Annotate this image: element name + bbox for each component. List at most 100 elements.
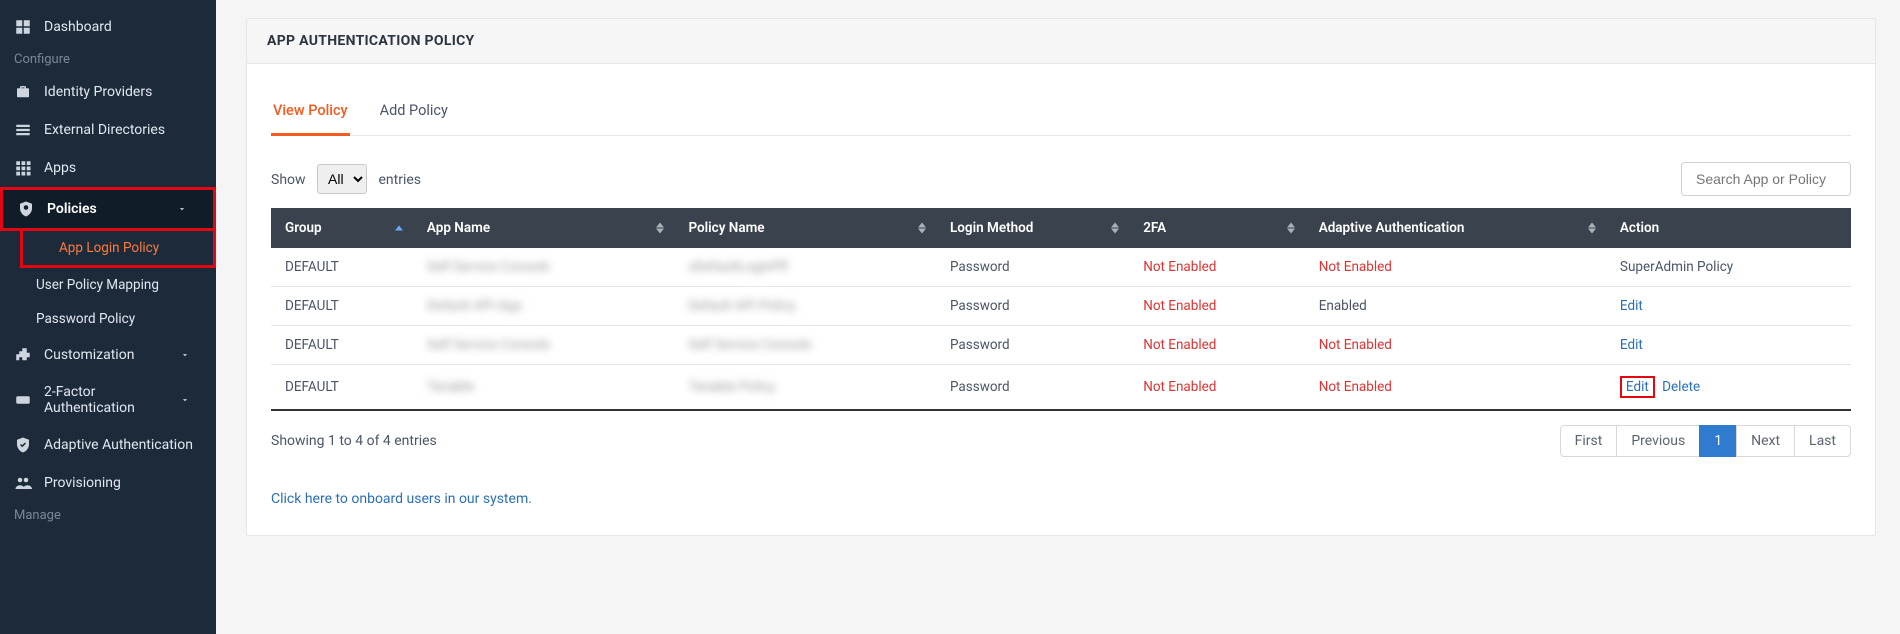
- sort-asc-icon: [395, 226, 403, 231]
- sidebar-item-dashboard[interactable]: Dashboard: [0, 8, 216, 46]
- page-prev[interactable]: Previous: [1616, 425, 1700, 457]
- col-login-method[interactable]: Login Method: [936, 208, 1129, 248]
- sidebar-item-apps[interactable]: Apps: [0, 149, 216, 187]
- dashboard-icon: [14, 18, 32, 36]
- cell-policy-name: Self Service Console: [674, 326, 936, 365]
- edit-link[interactable]: Edit: [1626, 379, 1649, 395]
- sort-icon: [656, 223, 664, 234]
- cell-action: Edit Delete: [1606, 365, 1851, 411]
- table-row: DEFAULT Default API App Default API Poli…: [271, 287, 1851, 326]
- cell-2fa: Not Enabled: [1129, 248, 1305, 287]
- cell-group: DEFAULT: [271, 326, 413, 365]
- col-action[interactable]: Action: [1606, 208, 1851, 248]
- cell-login-method: Password: [936, 248, 1129, 287]
- page-title: APP AUTHENTICATION POLICY: [247, 19, 1875, 64]
- chevron-down-icon: [180, 350, 190, 360]
- sidebar-sub-user-policy-mapping[interactable]: User Policy Mapping: [0, 268, 216, 302]
- show-label-post: entries: [379, 172, 422, 188]
- cell-2fa: Not Enabled: [1129, 287, 1305, 326]
- chevron-down-icon: [177, 204, 187, 214]
- shield-icon: [17, 200, 35, 218]
- sidebar-item-2fa[interactable]: 2-Factor Authentication: [0, 374, 216, 426]
- table-row: DEFAULT Self Service Console Self Servic…: [271, 326, 1851, 365]
- sidebar-item-label: Apps: [44, 160, 202, 176]
- tab-add-policy[interactable]: Add Policy: [378, 92, 450, 135]
- col-app-name[interactable]: App Name: [413, 208, 675, 248]
- chevron-down-icon: [180, 395, 190, 405]
- sort-icon: [1588, 223, 1596, 234]
- policy-table: Group App Name Policy Name Login Method …: [271, 208, 1851, 411]
- search-input[interactable]: [1681, 162, 1851, 196]
- table-footer: Showing 1 to 4 of 4 entries First Previo…: [271, 425, 1851, 457]
- cell-2fa: Not Enabled: [1129, 326, 1305, 365]
- cell-login-method: Password: [936, 287, 1129, 326]
- pagination: First Previous 1 Next Last: [1561, 425, 1851, 457]
- table-row: DEFAULT Tenable Tenable Policy Password …: [271, 365, 1851, 411]
- edit-link[interactable]: Edit: [1620, 298, 1643, 314]
- users-icon: [14, 474, 32, 492]
- cell-group: DEFAULT: [271, 365, 413, 411]
- col-adaptive[interactable]: Adaptive Authentication: [1305, 208, 1606, 248]
- briefcase-icon: [14, 83, 32, 101]
- sidebar-item-label: 2-Factor Authentication: [44, 384, 180, 416]
- shield-check-icon: [14, 436, 32, 454]
- sidebar-item-label: Identity Providers: [44, 84, 202, 100]
- sidebar-item-label: Dashboard: [44, 19, 202, 35]
- sidebar-item-adaptive-auth[interactable]: Adaptive Authentication: [0, 426, 216, 464]
- sidebar-sub-app-login-policy[interactable]: App Login Policy: [23, 231, 213, 265]
- sidebar-section-configure: Configure: [0, 46, 216, 73]
- cell-policy-name: Default API Policy: [674, 287, 936, 326]
- col-2fa[interactable]: 2FA: [1129, 208, 1305, 248]
- cell-policy-name: xDefaultLoginPfl: [674, 248, 936, 287]
- cell-2fa: Not Enabled: [1129, 365, 1305, 411]
- entries-select[interactable]: All: [317, 164, 367, 194]
- show-label-pre: Show: [271, 172, 306, 188]
- onboard-users-link[interactable]: Click here to onboard users in our syste…: [271, 491, 532, 507]
- main-content: APP AUTHENTICATION POLICY View Policy Ad…: [216, 0, 1900, 634]
- cell-adaptive: Not Enabled: [1305, 248, 1606, 287]
- col-policy-name[interactable]: Policy Name: [674, 208, 936, 248]
- cell-action: Edit: [1606, 326, 1851, 365]
- cell-adaptive: Not Enabled: [1305, 326, 1606, 365]
- cell-app-name: Self Service Console: [413, 248, 675, 287]
- cell-adaptive: Enabled: [1305, 287, 1606, 326]
- sidebar-item-label: Policies: [47, 201, 177, 217]
- list-icon: [14, 121, 32, 139]
- page-1[interactable]: 1: [1699, 425, 1737, 457]
- sidebar-item-provisioning[interactable]: Provisioning: [0, 464, 216, 502]
- cell-login-method: Password: [936, 365, 1129, 411]
- cell-group: DEFAULT: [271, 248, 413, 287]
- tab-view-policy[interactable]: View Policy: [271, 92, 350, 136]
- table-row: DEFAULT Self Service Console xDefaultLog…: [271, 248, 1851, 287]
- sidebar-item-label: Adaptive Authentication: [44, 437, 202, 453]
- sidebar-sub-password-policy[interactable]: Password Policy: [0, 302, 216, 336]
- sidebar-item-label: Provisioning: [44, 475, 202, 491]
- cell-action: Edit: [1606, 287, 1851, 326]
- sort-icon: [1111, 223, 1119, 234]
- cell-app-name: Tenable: [413, 365, 675, 411]
- password-icon: [14, 391, 32, 409]
- sidebar-item-identity-providers[interactable]: Identity Providers: [0, 73, 216, 111]
- policy-panel: APP AUTHENTICATION POLICY View Policy Ad…: [246, 18, 1876, 536]
- col-group[interactable]: Group: [271, 208, 413, 248]
- sidebar-item-label: External Directories: [44, 122, 202, 138]
- sidebar: Dashboard Configure Identity Providers E…: [0, 0, 216, 634]
- entries-info: Showing 1 to 4 of 4 entries: [271, 433, 437, 449]
- page-last[interactable]: Last: [1794, 425, 1851, 457]
- edit-link[interactable]: Edit: [1620, 337, 1643, 353]
- sidebar-item-customization[interactable]: Customization: [0, 336, 216, 374]
- page-first[interactable]: First: [1560, 425, 1618, 457]
- tabs: View Policy Add Policy: [271, 92, 1851, 136]
- sort-icon: [918, 223, 926, 234]
- delete-link[interactable]: Delete: [1662, 379, 1700, 395]
- sidebar-item-external-directories[interactable]: External Directories: [0, 111, 216, 149]
- cell-action: SuperAdmin Policy: [1606, 248, 1851, 287]
- page-next[interactable]: Next: [1736, 425, 1795, 457]
- table-controls: Show All entries: [271, 162, 1851, 196]
- sidebar-section-manage: Manage: [0, 502, 216, 529]
- cell-adaptive: Not Enabled: [1305, 365, 1606, 411]
- cell-app-name: Default API App: [413, 287, 675, 326]
- cell-app-name: Self Service Console: [413, 326, 675, 365]
- cell-policy-name: Tenable Policy: [674, 365, 936, 411]
- sidebar-item-policies[interactable]: Policies: [3, 190, 213, 228]
